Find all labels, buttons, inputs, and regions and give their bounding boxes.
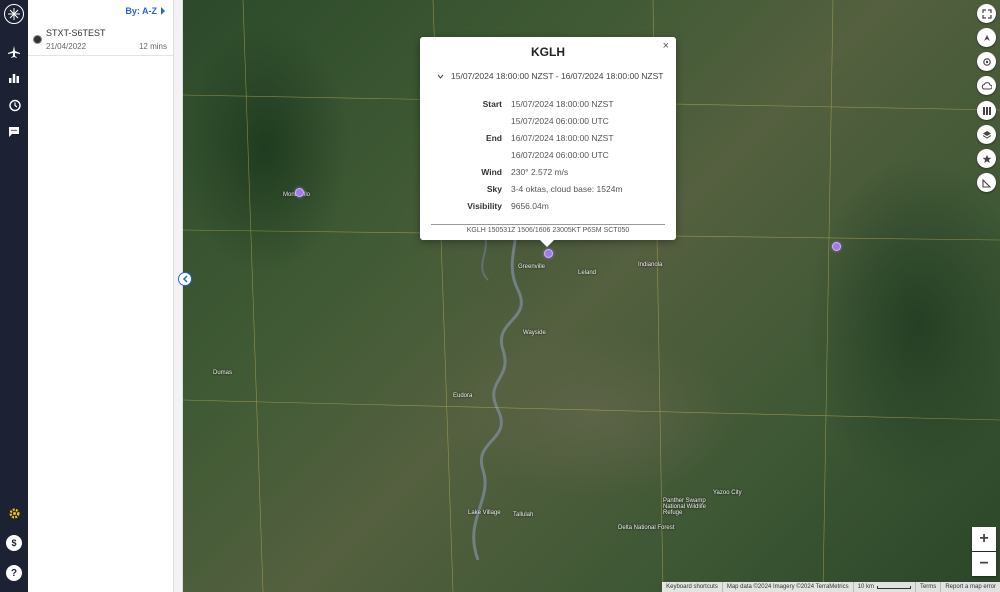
chevron-down-icon bbox=[437, 72, 444, 81]
start-utc: 15/07/2024 06:00:00 UTC bbox=[511, 115, 609, 126]
star-icon bbox=[982, 154, 991, 163]
grid-layer-button[interactable] bbox=[977, 101, 996, 120]
sky-value: 3-4 oktas, cloud base: 1524m bbox=[511, 183, 623, 194]
place-label: Eudora bbox=[453, 393, 473, 399]
item-name: STXT-S6TEST bbox=[46, 28, 106, 38]
sort-button[interactable]: By: A-Z bbox=[28, 0, 173, 22]
measure-button[interactable] bbox=[977, 173, 996, 192]
fullscreen-icon bbox=[981, 8, 992, 19]
place-label: Wayside bbox=[523, 330, 546, 336]
cloud-icon bbox=[981, 82, 992, 90]
compass-button[interactable] bbox=[977, 28, 996, 47]
visibility-value: 9656.04m bbox=[511, 200, 549, 211]
end-utc: 16/07/2024 06:00:00 UTC bbox=[511, 149, 609, 160]
scale-bar[interactable]: 10 km bbox=[852, 582, 915, 592]
item-duration: 12 mins bbox=[138, 42, 167, 51]
layers-grid-icon bbox=[982, 106, 991, 115]
station-marker[interactable] bbox=[832, 242, 841, 251]
place-label: Lake Village bbox=[468, 510, 501, 516]
terms-link[interactable]: Terms bbox=[914, 582, 940, 592]
layers-icon bbox=[982, 130, 991, 139]
station-popup: × KGLH 15/07/2024 18:00:00 NZST - 16/07/… bbox=[420, 37, 676, 247]
place-label: Greenville bbox=[518, 264, 546, 270]
bar-chart-icon[interactable] bbox=[4, 68, 24, 88]
place-label: Tallulah bbox=[513, 512, 534, 518]
popup-title: KGLH bbox=[531, 45, 565, 59]
place-label: Delta National Forest bbox=[618, 525, 675, 531]
collapse-panel-button[interactable] bbox=[178, 272, 192, 286]
locate-button[interactable] bbox=[977, 52, 996, 71]
start-local: 15/07/2024 18:00:00 NZST bbox=[511, 98, 614, 109]
help-icon[interactable]: ? bbox=[4, 563, 24, 583]
status-dot-icon bbox=[33, 35, 42, 44]
wind-label: Wind bbox=[481, 166, 502, 177]
raw-taf: KGLH 150531Z 1506/1606 23005KT P6SM SCT0… bbox=[466, 227, 630, 234]
zoom-out-button[interactable]: − bbox=[972, 552, 996, 576]
list-item[interactable]: STXT-S6TEST 21/04/2022 12 mins bbox=[28, 22, 173, 56]
history-icon[interactable] bbox=[4, 95, 24, 115]
compass-icon bbox=[983, 34, 990, 41]
nav-rail: $ ? bbox=[0, 0, 32, 592]
place-label: Yazoo City bbox=[713, 490, 742, 496]
map-data-credit: Map data ©2024 Imagery ©2024 TerraMetric… bbox=[721, 582, 853, 592]
dollar-icon[interactable]: $ bbox=[4, 533, 24, 553]
wind-value: 230° 2.572 m/s bbox=[511, 166, 569, 177]
chat-icon[interactable] bbox=[4, 122, 24, 142]
start-label: Start bbox=[482, 98, 502, 109]
gear-icon[interactable] bbox=[4, 503, 24, 523]
logo-icon[interactable] bbox=[4, 4, 24, 24]
play-icon bbox=[161, 7, 165, 15]
locate-icon bbox=[982, 57, 991, 66]
close-icon[interactable]: × bbox=[663, 40, 669, 52]
favorites-button[interactable] bbox=[977, 149, 996, 168]
measure-icon bbox=[981, 178, 991, 188]
plane-icon[interactable] bbox=[4, 42, 24, 62]
place-label: Indianola bbox=[638, 262, 663, 268]
station-marker[interactable] bbox=[544, 249, 553, 258]
map-attribution: Keyboard shortcuts Map data ©2024 Imager… bbox=[662, 582, 1000, 592]
end-label: End bbox=[485, 132, 502, 143]
panel-scrollbar[interactable] bbox=[174, 0, 183, 592]
layers-button[interactable] bbox=[977, 125, 996, 144]
sky-label: Sky bbox=[486, 183, 502, 194]
report-error-link[interactable]: Report a map error bbox=[940, 582, 1000, 592]
place-label: Dumas bbox=[213, 370, 233, 376]
forecast-range-toggle[interactable]: 15/07/2024 18:00:00 NZST - 16/07/2024 18… bbox=[431, 67, 665, 85]
zoom-in-button[interactable]: + bbox=[972, 527, 996, 551]
end-local: 16/07/2024 18:00:00 NZST bbox=[511, 132, 614, 143]
place-label: Panther Swamp National Wildlife Refuge bbox=[663, 498, 707, 516]
fullscreen-button[interactable] bbox=[977, 4, 996, 23]
forecast-range: 15/07/2024 18:00:00 NZST - 16/07/2024 18… bbox=[451, 71, 664, 81]
item-date: 21/04/2022 bbox=[46, 42, 87, 51]
weather-button[interactable] bbox=[977, 76, 996, 95]
station-marker[interactable] bbox=[295, 188, 304, 197]
visibility-label: Visibility bbox=[467, 200, 502, 211]
forecast-panel: 15/07/2024 18:00:00 NZST - 16/07/2024 18… bbox=[431, 67, 665, 225]
place-label: Leland bbox=[578, 270, 597, 276]
list-panel: By: A-Z STXT-S6TEST 21/04/2022 12 mins bbox=[28, 0, 174, 592]
keyboard-shortcuts-link[interactable]: Keyboard shortcuts bbox=[662, 582, 722, 592]
